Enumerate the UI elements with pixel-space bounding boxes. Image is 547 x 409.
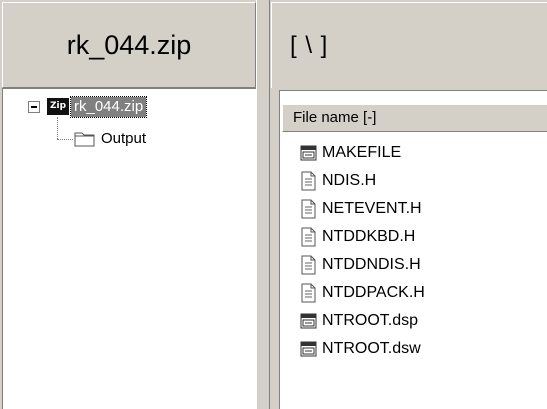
file-name: MAKEFILE [322,144,402,161]
current-path: [ \ ] [271,2,547,88]
folder-tree-panel[interactable]: Zip rk_044.zip Output [2,88,256,409]
tree-item-root[interactable]: rk_044.zip [69,96,148,118]
file-row[interactable]: MAKEFILE [300,139,547,167]
file-row[interactable]: NTDDNDIS.H [300,251,547,279]
file-name: NTDDNDIS.H [322,256,421,273]
file-name: NTROOT.dsw [322,340,421,357]
tree-connector [57,139,73,140]
file-name: NTDDKBD.H [322,228,416,245]
pane-splitter[interactable] [256,0,270,409]
file-name: NDIS.H [322,172,377,189]
folder-tree: Zip rk_044.zip Output [3,89,256,409]
minus-box-icon[interactable] [28,101,40,113]
file-row[interactable]: NETEVENT.H [300,195,547,223]
file-row[interactable]: NTROOT.dsw [300,335,547,363]
project-file-icon [300,339,322,359]
column-header-file-name[interactable]: File name [-] [282,104,547,132]
text-file-icon [300,171,322,191]
file-name: NETEVENT.H [322,200,422,217]
file-row[interactable]: NTROOT.dsp [300,307,547,335]
folder-icon [74,132,95,147]
file-name: NTDDPACK.H [322,284,425,301]
file-name: NTROOT.dsp [322,312,419,329]
file-row[interactable]: NDIS.H [300,167,547,195]
archive-title: rk_044.zip [2,2,256,88]
file-row[interactable]: NTDDPACK.H [300,279,547,307]
project-file-icon [300,311,322,331]
file-list: MAKEFILE NDIS.H NETEVENT.H NTDDKBD.H NTDDNDI… [300,139,547,363]
project-file-icon [300,143,322,163]
file-list-panel[interactable]: File name [-] MAKEFILE NDIS.H NETEVENT.H NT… [279,90,547,409]
file-row[interactable]: NTDDKBD.H [300,223,547,251]
text-file-icon [300,283,322,303]
tree-connector [57,117,58,139]
zip-icon: Zip [47,98,69,115]
text-file-icon [300,227,322,247]
tree-item-output[interactable]: Output [101,129,146,149]
text-file-icon [300,255,322,275]
text-file-icon [300,199,322,219]
